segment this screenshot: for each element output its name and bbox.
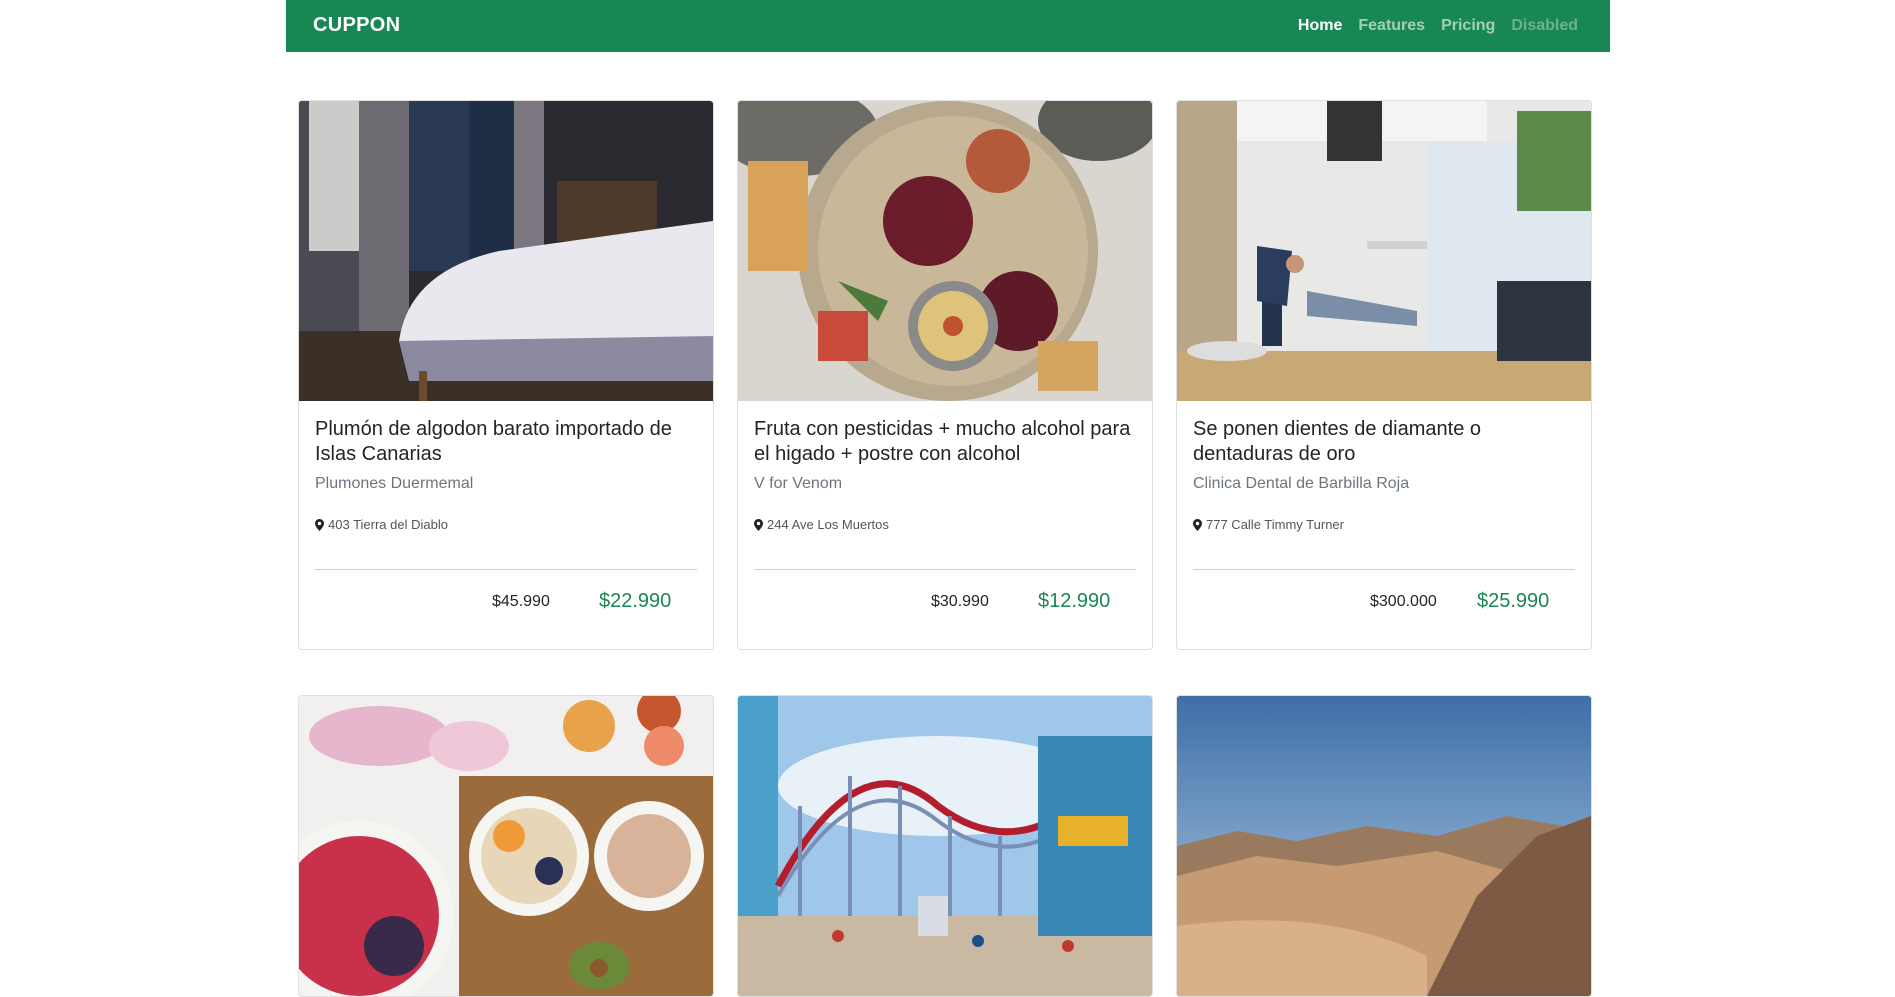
nav-link-disabled: Disabled (1511, 17, 1578, 34)
new-price: $25.990 (1477, 590, 1550, 612)
deal-card[interactable] (737, 695, 1153, 997)
new-price: $22.990 (599, 590, 672, 612)
old-price: $30.990 (931, 593, 989, 610)
nav-link-home[interactable]: Home (1298, 17, 1342, 35)
map-marker-icon (315, 518, 324, 531)
card-image-amusement-park[interactable] (738, 696, 1152, 996)
nav-link-pricing[interactable]: Pricing (1441, 17, 1495, 35)
new-price: $12.990 (1038, 590, 1111, 612)
divider (315, 569, 697, 570)
nav-link-features[interactable]: Features (1358, 17, 1425, 35)
deal-card[interactable] (1176, 695, 1592, 997)
card-body: Fruta con pesticidas + mucho alcohol par… (738, 401, 1152, 649)
card-subtitle: Clinica Dental de Barbilla Roja (1193, 475, 1410, 492)
old-price: $300.000 (1370, 593, 1437, 610)
deal-card[interactable]: Fruta con pesticidas + mucho alcohol par… (737, 100, 1153, 650)
card-image-desert[interactable] (1177, 696, 1591, 996)
nav-links: Home Features Pricing Disabled (1298, 0, 1578, 52)
navbar: CUPPON Home Features Pricing Disabled (286, 0, 1610, 52)
card-address-text: 403 Tierra del Diablo (328, 517, 448, 532)
brand-logo[interactable]: CUPPON (313, 0, 400, 52)
desert-mountains-photo (1177, 696, 1591, 996)
old-price: $45.990 (492, 593, 550, 610)
deal-card[interactable] (298, 695, 714, 997)
deal-card[interactable]: Plumón de algodon barato importado de Is… (298, 100, 714, 650)
card-address: 777 Calle Timmy Turner (1193, 517, 1344, 532)
breakfast-bowls-photo (299, 696, 713, 996)
card-subtitle: Plumones Duermemal (315, 475, 474, 492)
card-address: 244 Ave Los Muertos (754, 517, 889, 532)
card-image-dental[interactable] (1177, 101, 1591, 401)
card-image-bedroom[interactable] (299, 101, 713, 401)
amusement-park-photo (738, 696, 1152, 996)
card-address-text: 777 Calle Timmy Turner (1206, 517, 1344, 532)
deal-card[interactable]: Se ponen dientes de diamante o dentadura… (1176, 100, 1592, 650)
card-address-text: 244 Ave Los Muertos (767, 517, 889, 532)
card-image-breakfast[interactable] (299, 696, 713, 996)
bedroom-bed-photo (299, 101, 713, 401)
card-address: 403 Tierra del Diablo (315, 517, 448, 532)
card-title[interactable]: Se ponen dientes de diamante o dentadura… (1193, 417, 1575, 467)
map-marker-icon (1193, 518, 1202, 531)
dental-clinic-photo (1177, 101, 1591, 401)
food-platter-photo (738, 101, 1152, 401)
card-image-food[interactable] (738, 101, 1152, 401)
card-body: Plumón de algodon barato importado de Is… (299, 401, 713, 649)
divider (1193, 569, 1575, 570)
card-title[interactable]: Fruta con pesticidas + mucho alcohol par… (754, 417, 1136, 467)
card-body: Se ponen dientes de diamante o dentadura… (1177, 401, 1591, 649)
divider (754, 569, 1136, 570)
card-subtitle: V for Venom (754, 475, 843, 492)
card-title[interactable]: Plumón de algodon barato importado de Is… (315, 417, 697, 467)
map-marker-icon (754, 518, 763, 531)
